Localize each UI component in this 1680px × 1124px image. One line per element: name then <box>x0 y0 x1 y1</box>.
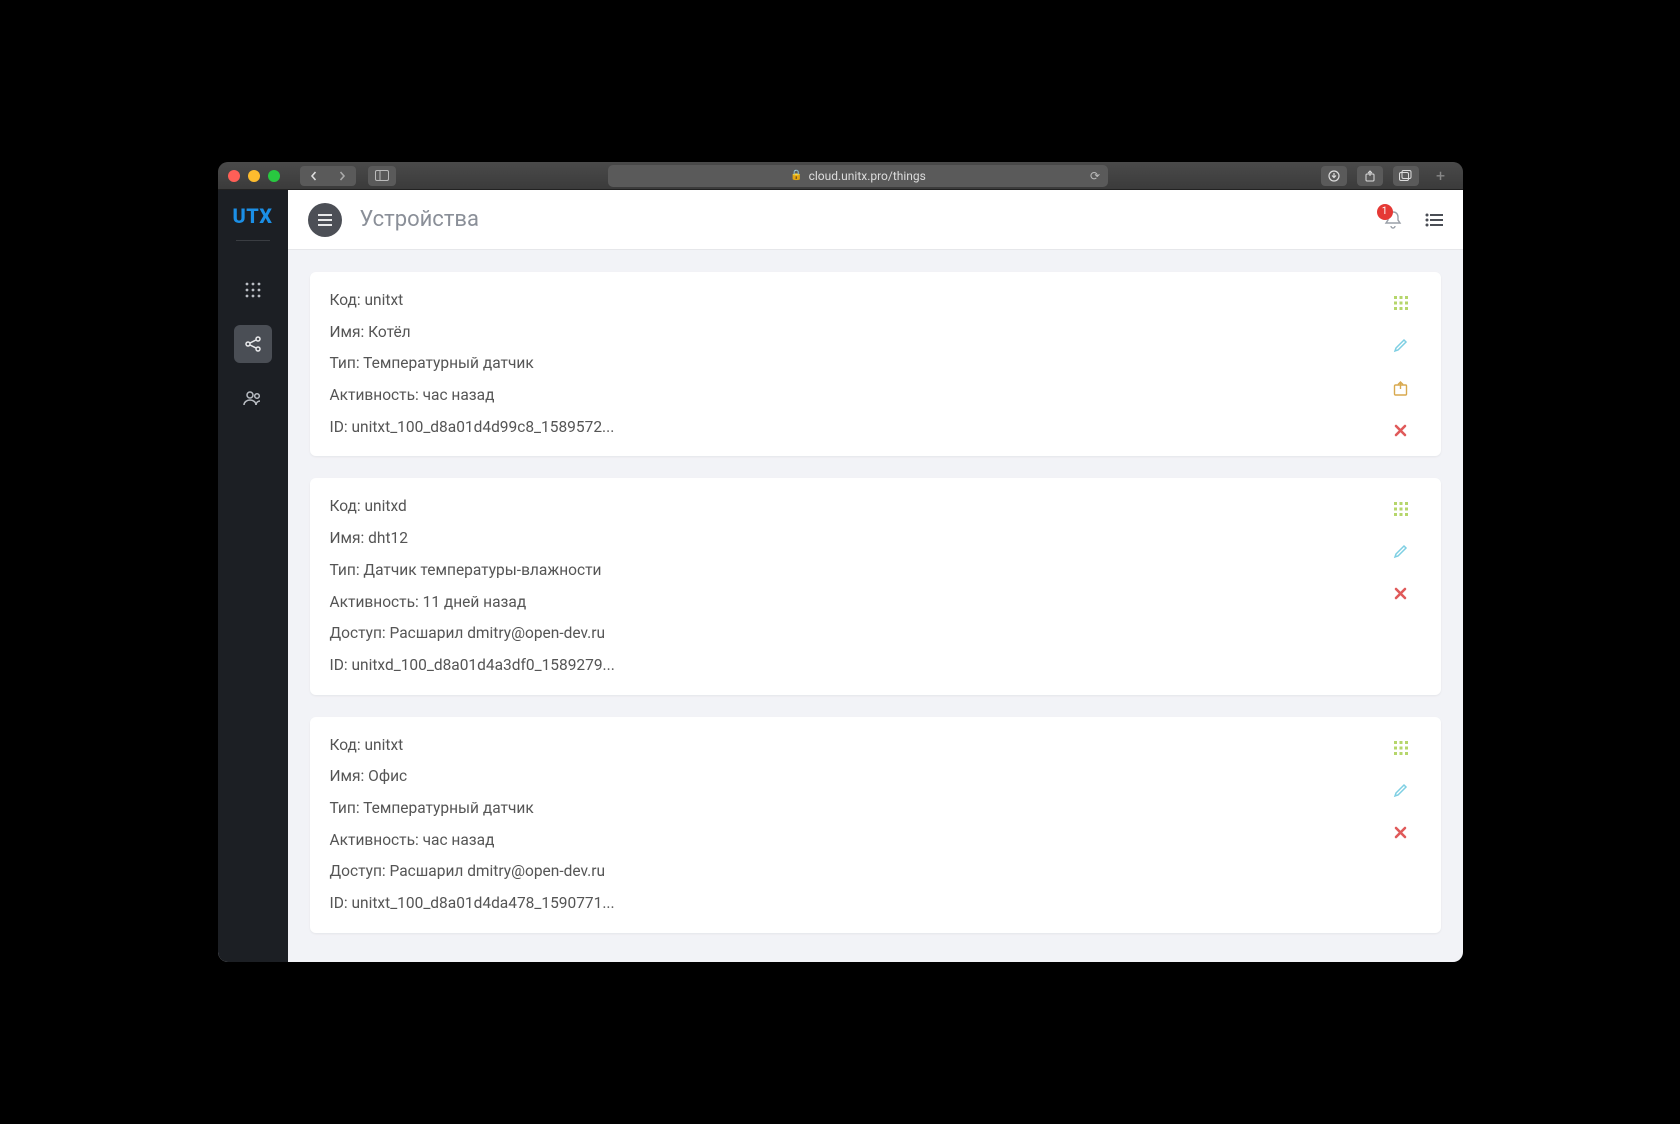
close-icon <box>1394 587 1407 600</box>
device-card-actions <box>1381 496 1421 676</box>
device-share-button[interactable] <box>1393 381 1408 396</box>
device-row-code: Код: unitxd <box>330 496 1381 518</box>
forward-button[interactable] <box>328 166 356 186</box>
grid-dots-icon <box>1394 741 1408 755</box>
nav-item-users[interactable] <box>234 379 272 417</box>
app-root: UTX Устройства 1 <box>218 190 1463 962</box>
device-row-type: Тип: Температурный датчик <box>330 798 1381 820</box>
device-row-activity: Активность: час назад <box>330 385 1381 407</box>
list-view-button[interactable] <box>1425 213 1443 227</box>
sidebar-toggle-icon[interactable] <box>368 166 396 186</box>
close-window-button[interactable] <box>228 170 240 182</box>
content-scroll[interactable]: Код: unitxt Имя: Котёл Тип: Температурный … <box>288 250 1463 962</box>
address-bar[interactable]: 🔒 cloud.unitx.pro/things ⟳ <box>608 165 1108 187</box>
pencil-icon <box>1393 338 1408 353</box>
logo: UTX <box>233 204 273 228</box>
reload-icon[interactable]: ⟳ <box>1090 169 1100 183</box>
share-box-icon <box>1393 381 1408 396</box>
device-row-name: Имя: Офис <box>330 766 1381 788</box>
grid-icon <box>244 281 262 299</box>
device-edit-button[interactable] <box>1393 338 1408 353</box>
device-card: Код: unitxt Имя: Офис Тип: Температурный д… <box>310 717 1441 933</box>
device-grid-button[interactable] <box>1394 296 1408 310</box>
device-row-id: ID: unitxt_100_d8a01d4d99c8_1589572... <box>330 417 1381 439</box>
browser-window: 🔒 cloud.unitx.pro/things ⟳ + UTX <box>218 162 1463 962</box>
titlebar-right: + <box>1321 166 1453 186</box>
menu-icon <box>318 214 332 226</box>
device-delete-button[interactable] <box>1394 424 1407 437</box>
device-delete-button[interactable] <box>1394 826 1407 839</box>
downloads-icon[interactable] <box>1321 166 1347 186</box>
device-card-body: Код: unitxt Имя: Офис Тип: Температурный д… <box>330 735 1381 915</box>
new-tab-button[interactable]: + <box>1429 166 1453 185</box>
window-controls <box>228 170 280 182</box>
device-row-code: Код: unitxt <box>330 290 1381 312</box>
menu-button[interactable] <box>308 203 342 237</box>
close-icon <box>1394 826 1407 839</box>
share-nodes-icon <box>244 335 262 353</box>
close-icon <box>1394 424 1407 437</box>
device-edit-button[interactable] <box>1393 544 1408 559</box>
device-row-type: Тип: Датчик температуры-влажности <box>330 560 1381 582</box>
browser-titlebar: 🔒 cloud.unitx.pro/things ⟳ + <box>218 162 1463 190</box>
topbar: Устройства 1 <box>288 190 1463 250</box>
minimize-window-button[interactable] <box>248 170 260 182</box>
url-text: cloud.unitx.pro/things <box>809 169 926 183</box>
device-row-activity: Активность: час назад <box>330 830 1381 852</box>
device-card-actions <box>1381 290 1421 438</box>
users-icon <box>243 390 263 406</box>
device-card: Код: unitxt Имя: Котёл Тип: Температурный … <box>310 272 1441 456</box>
device-grid-button[interactable] <box>1394 741 1408 755</box>
device-card-body: Код: unitxt Имя: Котёл Тип: Температурный … <box>330 290 1381 438</box>
device-row-name: Имя: Котёл <box>330 322 1381 344</box>
maximize-window-button[interactable] <box>268 170 280 182</box>
tabs-icon[interactable] <box>1393 166 1419 186</box>
lock-icon: 🔒 <box>790 170 802 181</box>
side-nav: UTX <box>218 190 288 962</box>
device-row-activity: Активность: 11 дней назад <box>330 592 1381 614</box>
list-icon <box>1425 213 1443 227</box>
nav-item-devices[interactable] <box>234 325 272 363</box>
device-edit-button[interactable] <box>1393 783 1408 798</box>
grid-dots-icon <box>1394 296 1408 310</box>
device-card-body: Код: unitxd Имя: dht12 Тип: Датчик темпера… <box>330 496 1381 676</box>
device-row-id: ID: unitxd_100_d8a01d4a3df0_1589279... <box>330 655 1381 677</box>
device-row-access: Доступ: Расшарил dmitry@open-dev.ru <box>330 623 1381 645</box>
main-area: Устройства 1 Код: unitxt Имя: Котёл Тип: Т… <box>288 190 1463 962</box>
nav-arrows <box>300 166 356 186</box>
device-row-type: Тип: Температурный датчик <box>330 353 1381 375</box>
device-row-access: Доступ: Расшарил dmitry@open-dev.ru <box>330 861 1381 883</box>
notification-badge: 1 <box>1377 204 1393 220</box>
device-card-actions <box>1381 735 1421 915</box>
nav-item-dashboard[interactable] <box>234 271 272 309</box>
device-row-name: Имя: dht12 <box>330 528 1381 550</box>
page-title: Устройства <box>360 207 479 232</box>
device-card: Код: unitxd Имя: dht12 Тип: Датчик темпера… <box>310 478 1441 694</box>
back-button[interactable] <box>300 166 328 186</box>
device-delete-button[interactable] <box>1394 587 1407 600</box>
device-row-code: Код: unitxt <box>330 735 1381 757</box>
notifications-button[interactable]: 1 <box>1383 210 1403 230</box>
share-icon[interactable] <box>1357 166 1383 186</box>
logo-divider <box>236 240 270 241</box>
pencil-icon <box>1393 783 1408 798</box>
pencil-icon <box>1393 544 1408 559</box>
grid-dots-icon <box>1394 502 1408 516</box>
device-grid-button[interactable] <box>1394 502 1408 516</box>
device-row-id: ID: unitxt_100_d8a01d4da478_1590771... <box>330 893 1381 915</box>
